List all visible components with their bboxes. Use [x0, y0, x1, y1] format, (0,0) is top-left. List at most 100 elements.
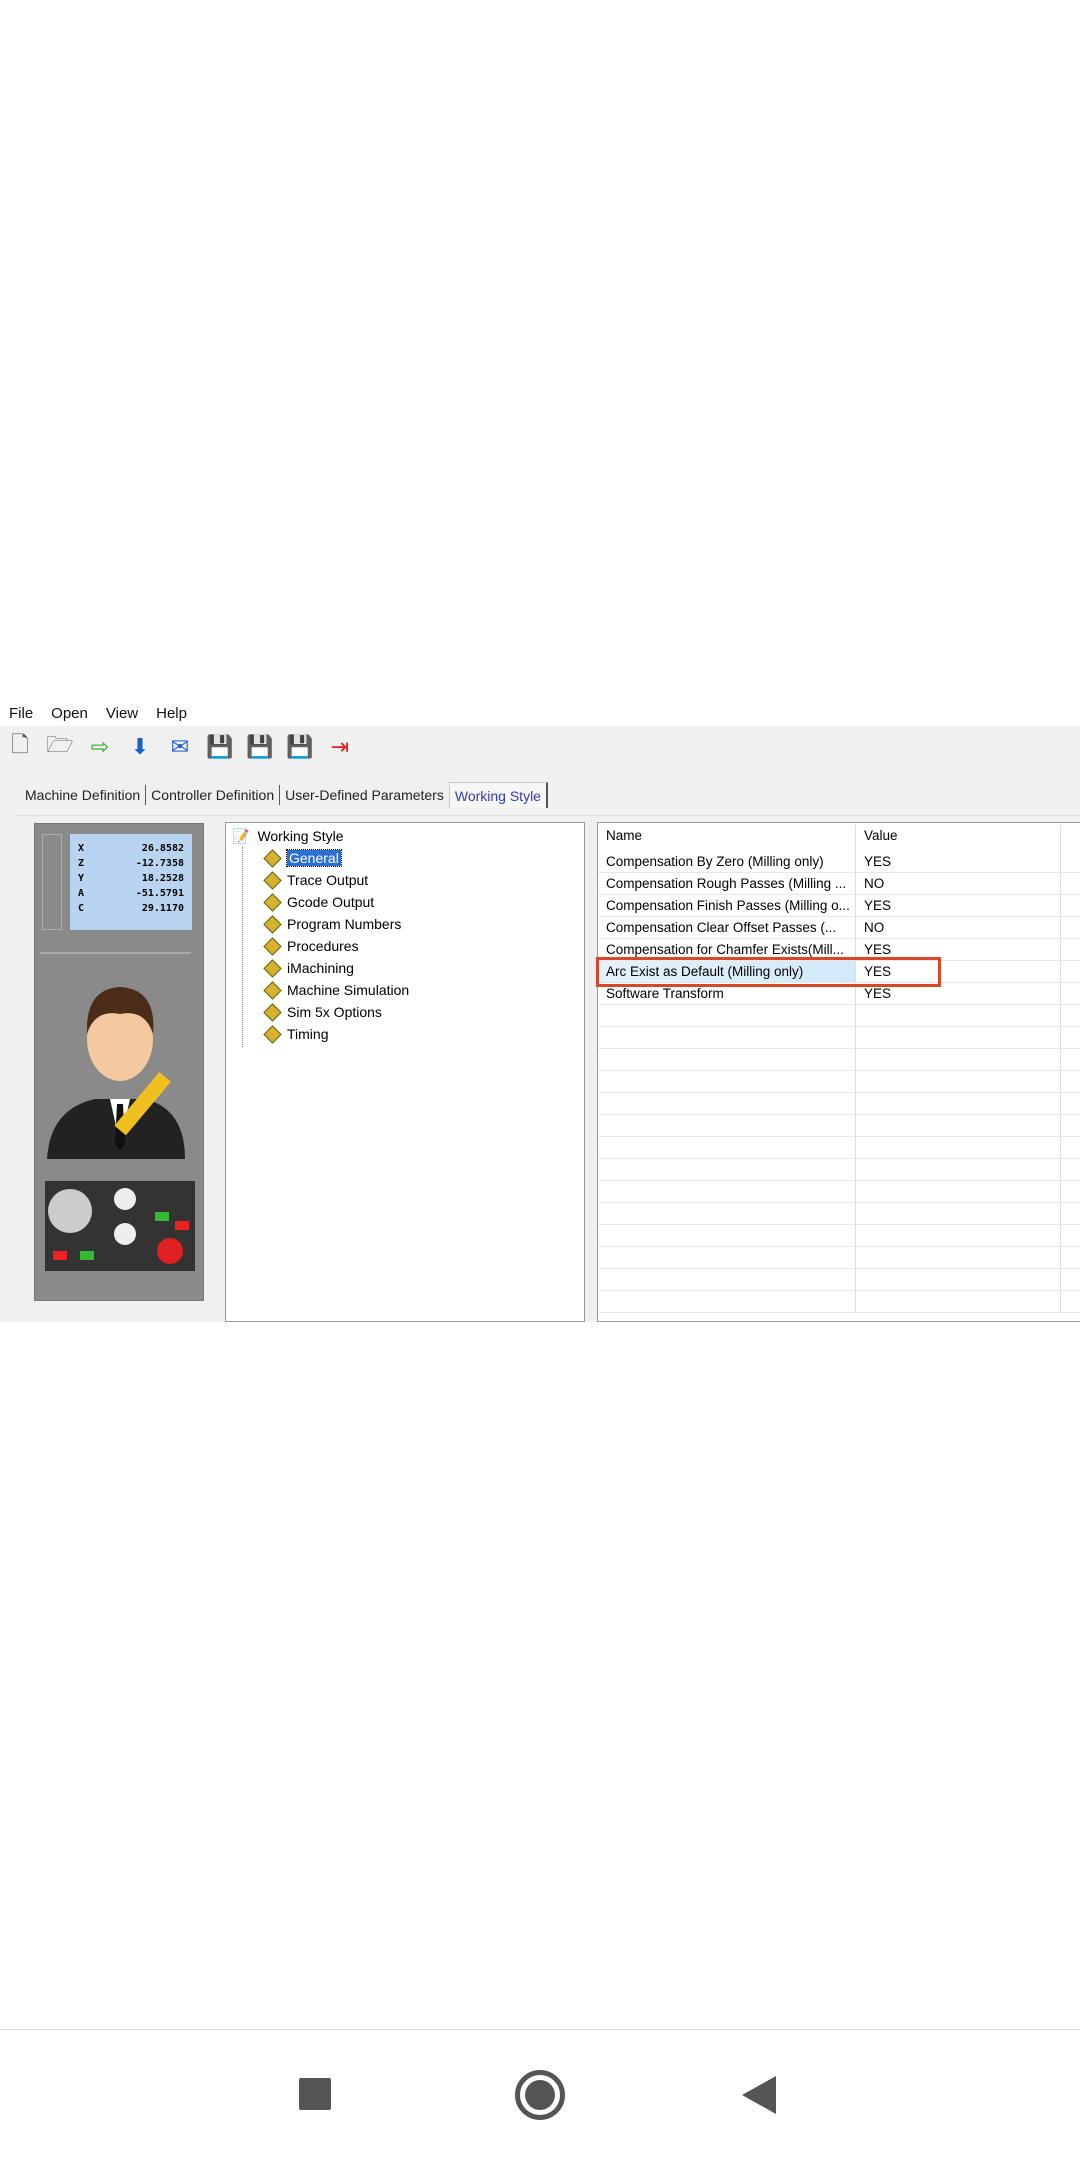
diamond-icon — [263, 870, 282, 890]
tab-content: X 26.8582 Z -12.7358 Y 18.2528 A -51.5791 C 2… — [16, 815, 1080, 1322]
tab-bar: Machine Definition Controller Definition… — [20, 782, 548, 808]
import-icon[interactable]: ⇨ — [86, 733, 114, 761]
empty-row — [598, 1269, 1080, 1291]
tree-item-label: Gcode Output — [287, 894, 375, 910]
tab-machine-definition[interactable]: Machine Definition — [20, 785, 147, 805]
dro-display: X 26.8582 Z -12.7358 Y 18.2528 A -51.5791 C 2… — [70, 834, 192, 930]
menu-file[interactable]: File — [9, 705, 33, 722]
empty-row — [598, 1137, 1080, 1159]
dro-value: -51.5791 — [135, 888, 184, 899]
open-folder-icon[interactable]: 🗁 — [46, 732, 74, 761]
table-row[interactable]: Compensation Rough Passes (Milling ... NO — [598, 873, 1080, 895]
table-header: Name Value — [598, 825, 1080, 851]
column-header-value[interactable]: Value — [856, 825, 1061, 851]
dro-axis: Z — [78, 858, 85, 869]
export-mail-icon[interactable]: ✉ — [166, 733, 194, 761]
tree-item-timing[interactable]: Timing — [263, 1024, 329, 1044]
application-window: File Open View Help 🗋 🗁 ⇨ ⬇ ✉ 💾 💾 💾 ⇥ Ma… — [0, 700, 1080, 1322]
row-name: Compensation By Zero (Milling only) — [598, 851, 856, 872]
empty-row — [598, 1225, 1080, 1247]
tree-item-label: Program Numbers — [287, 916, 402, 932]
row-name: Compensation Finish Passes (Milling o... — [598, 895, 856, 916]
tab-working-style[interactable]: Working Style — [448, 782, 548, 808]
dro-axis: Y — [78, 873, 85, 884]
tree-item-machine-simulation[interactable]: Machine Simulation — [263, 980, 410, 1000]
menu-view[interactable]: View — [106, 705, 138, 722]
table-row[interactable]: Compensation Finish Passes (Milling o...… — [598, 895, 1080, 917]
empty-row — [598, 1115, 1080, 1137]
save-new-icon[interactable]: 💾 — [246, 733, 274, 761]
row-value[interactable]: NO — [856, 917, 1061, 938]
panel-slot — [42, 834, 62, 930]
empty-row — [598, 1247, 1080, 1269]
tree-item-gcode-output[interactable]: Gcode Output — [263, 892, 375, 912]
tree-item-procedures[interactable]: Procedures — [263, 936, 359, 956]
table-row[interactable]: Compensation By Zero (Milling only) YES — [598, 851, 1080, 873]
row-value[interactable]: YES — [856, 895, 1061, 916]
diamond-icon — [263, 958, 282, 978]
empty-row — [598, 1093, 1080, 1115]
dro-axis: C — [78, 903, 85, 914]
row-value[interactable]: YES — [856, 851, 1061, 872]
dro-value: 18.2528 — [141, 873, 184, 884]
tree-item-trace-output[interactable]: Trace Output — [263, 870, 369, 890]
divider — [40, 952, 191, 954]
menu-bar: File Open View Help — [0, 700, 1080, 726]
empty-row — [598, 1005, 1080, 1027]
tree-root-label: Working Style — [257, 828, 344, 844]
tree-item-imachining[interactable]: iMachining — [263, 958, 354, 978]
diamond-icon — [263, 936, 282, 956]
tree-item-general[interactable]: General — [263, 848, 342, 868]
back-button[interactable] — [742, 2076, 776, 2114]
diamond-icon — [263, 980, 282, 1000]
recents-button[interactable] — [299, 2078, 331, 2110]
tree-line — [242, 847, 243, 1047]
tab-user-defined-parameters[interactable]: User-Defined Parameters — [280, 785, 449, 805]
notepad-icon: 📝 — [232, 827, 250, 844]
tree-item-program-numbers[interactable]: Program Numbers — [263, 914, 402, 934]
tab-controller-definition[interactable]: Controller Definition — [146, 785, 281, 805]
diamond-icon — [263, 914, 282, 934]
diamond-icon — [263, 892, 282, 912]
download-folder-icon[interactable]: ⬇ — [126, 733, 154, 761]
tree-item-label: Timing — [287, 1026, 329, 1042]
save-as-icon[interactable]: 💾 — [286, 733, 314, 761]
home-icon — [525, 2080, 555, 2110]
table-row[interactable]: Compensation Clear Offset Passes (... NO — [598, 917, 1080, 939]
exit-icon[interactable]: ⇥ — [326, 733, 354, 761]
tree-item-label: General — [286, 849, 342, 867]
new-file-icon[interactable]: 🗋 — [6, 732, 34, 761]
machine-operator-illustration: X 26.8582 Z -12.7358 Y 18.2528 A -51.5791 C 2… — [34, 823, 204, 1301]
dro-value: -12.7358 — [135, 858, 184, 869]
menu-help[interactable]: Help — [156, 705, 187, 722]
diamond-icon — [263, 1024, 282, 1044]
properties-table: Name Value Compensation By Zero (Milling … — [596, 822, 1080, 1322]
tree-item-sim-5x-options[interactable]: Sim 5x Options — [263, 1002, 382, 1022]
empty-row — [598, 1071, 1080, 1093]
empty-row — [598, 1159, 1080, 1181]
tree-root[interactable]: 📝 Working Style — [232, 826, 344, 846]
tree-item-label: Machine Simulation — [287, 982, 410, 998]
operator-icon — [45, 987, 195, 1271]
toolbar: 🗋 🗁 ⇨ ⬇ ✉ 💾 💾 💾 ⇥ — [6, 730, 354, 764]
home-button[interactable] — [515, 2070, 565, 2120]
tree-item-label: Procedures — [287, 938, 359, 954]
dro-axis: X — [78, 843, 85, 854]
tree-item-label: Sim 5x Options — [287, 1004, 382, 1020]
empty-row — [598, 1291, 1080, 1313]
tree-item-label: Trace Output — [287, 872, 369, 888]
column-header-name[interactable]: Name — [598, 825, 856, 851]
empty-row — [598, 1203, 1080, 1225]
settings-tree: 📝 Working Style General Trace Output Gcod… — [225, 822, 585, 1322]
android-nav-bar — [0, 2029, 1080, 2160]
dro-value: 26.8582 — [141, 843, 184, 854]
tree-item-label: iMachining — [287, 960, 354, 976]
empty-row — [598, 1027, 1080, 1049]
diamond-icon — [263, 1002, 282, 1022]
row-value[interactable]: NO — [856, 873, 1061, 894]
save-icon[interactable]: 💾 — [206, 733, 234, 761]
diamond-icon — [263, 848, 282, 868]
menu-open[interactable]: Open — [51, 705, 88, 722]
empty-row — [598, 1181, 1080, 1203]
dro-value: 29.1170 — [141, 903, 184, 914]
